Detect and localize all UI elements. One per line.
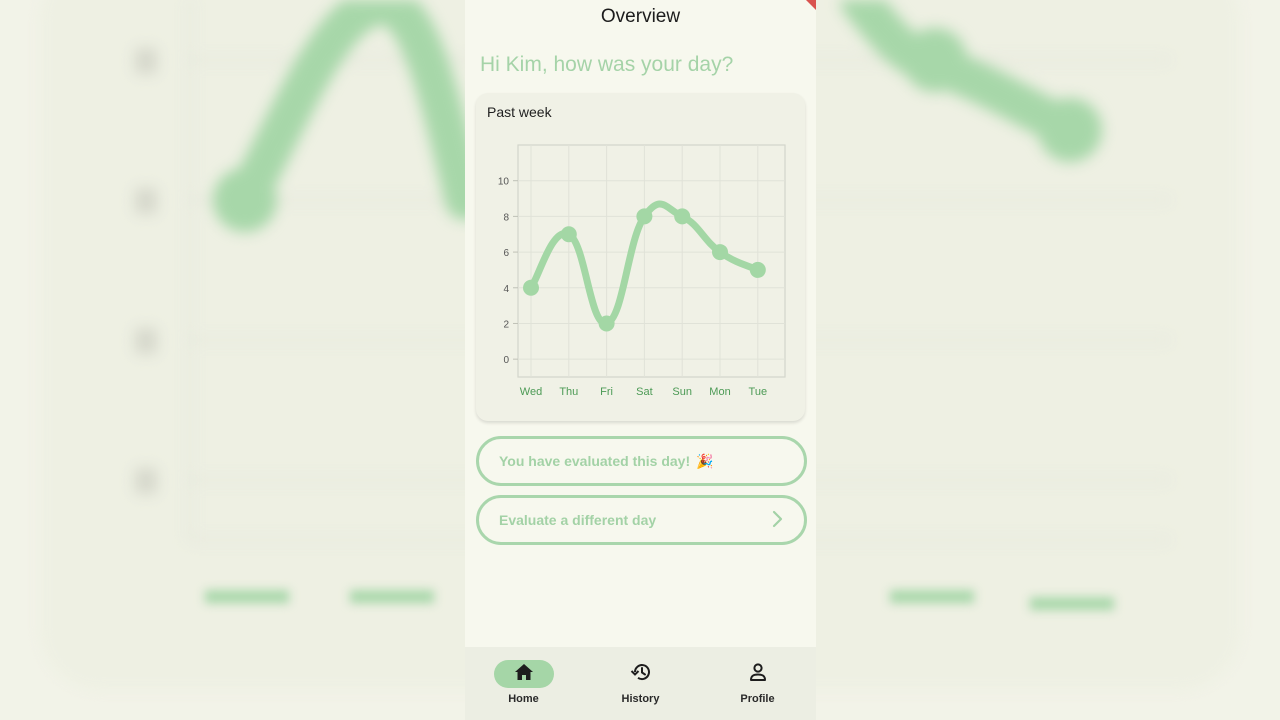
x-tick-label: Sat	[636, 386, 653, 398]
person-icon	[749, 662, 767, 687]
nav-item-home[interactable]: Home	[465, 647, 582, 720]
y-tick-label: 10	[498, 177, 510, 188]
data-point-sun	[674, 208, 691, 225]
nav-label-profile: Profile	[740, 693, 775, 705]
y-tick-label: 2	[503, 319, 509, 330]
nav-icon-container	[728, 660, 788, 688]
phone-screen: Overview Hi Kim, how was your day? Past …	[465, 0, 816, 720]
x-tick-label: Mon	[709, 386, 730, 398]
nav-label-history: History	[621, 693, 660, 705]
data-point-tue	[749, 261, 766, 278]
day-evaluated-label: You have evaluated this day!	[499, 453, 691, 469]
nav-icon-container	[611, 660, 671, 688]
plot-frame	[517, 144, 786, 378]
nav-item-profile[interactable]: Profile	[699, 647, 816, 720]
nav-active-indicator	[493, 660, 554, 688]
background-label: ▬▬	[890, 565, 974, 612]
background-label: ▬▬	[350, 565, 434, 612]
x-tick-label: Sun	[672, 386, 692, 398]
home-icon	[514, 663, 534, 686]
background-label: ▬▬	[205, 565, 289, 612]
background-label: ▬▬	[1030, 572, 1114, 619]
x-tick-label: Wed	[520, 386, 542, 398]
bottom-navigation-bar: Home History Profile	[465, 647, 816, 720]
data-point-mon	[712, 244, 728, 261]
evaluate-different-day-button[interactable]: Evaluate a different day	[476, 495, 807, 545]
nav-item-history[interactable]: History	[582, 647, 699, 720]
x-tick-label: Fri	[600, 386, 613, 398]
evaluate-different-day-label: Evaluate a different day	[499, 512, 657, 528]
data-point-wed	[523, 279, 539, 296]
mood-chart-card: Past week 0 2 4 6 8 10 Wed Thu Fri Sat Sun Mon Tue	[476, 93, 805, 421]
data-point-thu	[560, 226, 577, 243]
y-tick-label: 6	[503, 248, 509, 259]
y-tick-label: 8	[503, 212, 509, 223]
data-point-fri	[598, 315, 615, 332]
data-point-sat	[636, 208, 653, 225]
party-popper-icon: 🎉	[696, 452, 714, 469]
nav-label-home: Home	[508, 693, 539, 705]
greeting-text: Hi Kim, how was your day?	[480, 53, 734, 76]
page-title: Overview	[600, 6, 681, 27]
x-tick-label: Tue	[749, 386, 768, 398]
chevron-right-icon	[772, 510, 784, 533]
y-tick-label: 0	[503, 355, 509, 366]
day-evaluated-button[interactable]: You have evaluated this day! 🎉	[476, 436, 807, 486]
history-icon	[630, 662, 652, 687]
mood-line-chart: 0 2 4 6 8 10 Wed Thu Fri Sat Sun Mon Tue	[498, 144, 786, 398]
y-tick-label: 4	[503, 284, 509, 295]
x-tick-label: Thu	[559, 386, 578, 398]
